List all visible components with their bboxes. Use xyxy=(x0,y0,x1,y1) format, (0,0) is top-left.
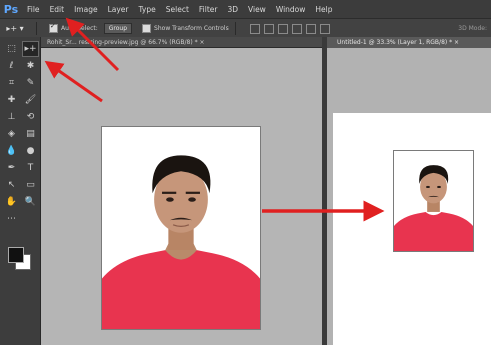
portrait-photo-copy[interactable] xyxy=(393,150,474,252)
tab-document-1[interactable]: Rohit_Sr... resizing-preview.jpg @ 66.7%… xyxy=(41,37,322,48)
auto-select-checkbox[interactable] xyxy=(49,22,58,33)
auto-select-dropdown[interactable]: Group xyxy=(103,23,133,34)
brush-icon[interactable]: 🖌 xyxy=(22,92,39,108)
portrait-image xyxy=(102,127,260,329)
menu-filter[interactable]: Filter xyxy=(194,5,223,14)
portrait-image-copy xyxy=(394,151,473,251)
3d-mode-label: 3D Mode: xyxy=(458,25,487,32)
dodge-icon[interactable]: ● xyxy=(22,143,39,159)
healing-brush-icon[interactable]: ✚ xyxy=(3,92,20,108)
menu-view[interactable]: View xyxy=(243,5,271,14)
align-right-icon[interactable] xyxy=(319,23,330,34)
auto-select-label: Auto-Select: xyxy=(61,25,98,32)
menu-help[interactable]: Help xyxy=(310,5,337,14)
align-left-icon[interactable] xyxy=(291,23,302,34)
pen-icon[interactable]: ✒ xyxy=(3,160,20,176)
menu-type[interactable]: Type xyxy=(134,5,161,14)
divider xyxy=(234,22,236,35)
menu-bar: Ps File Edit Image Layer Type Select Fil… xyxy=(0,0,491,18)
show-transform-label: Show Transform Controls xyxy=(154,25,229,32)
crop-icon[interactable]: ⌗ xyxy=(3,75,20,91)
type-icon[interactable]: T xyxy=(22,160,39,176)
blur-icon[interactable]: 💧 xyxy=(3,143,20,159)
menu-layer[interactable]: Layer xyxy=(103,5,134,14)
align-center-icon[interactable] xyxy=(305,23,316,34)
eraser-icon[interactable]: ◈ xyxy=(3,126,20,142)
path-select-icon[interactable]: ↖ xyxy=(3,177,20,193)
menu-window[interactable]: Window xyxy=(271,5,311,14)
menu-edit[interactable]: Edit xyxy=(45,5,70,14)
gradient-icon[interactable]: ▤ xyxy=(22,126,39,142)
photoshop-logo-icon: Ps xyxy=(3,2,19,16)
show-transform-checkbox[interactable] xyxy=(142,24,152,33)
rectangle-icon[interactable]: ▭ xyxy=(22,177,39,193)
lasso-icon[interactable]: ℓ xyxy=(3,58,20,74)
more-tools-icon[interactable]: ⋯ xyxy=(3,211,20,227)
divider xyxy=(36,22,37,35)
align-middle-icon[interactable] xyxy=(263,23,274,34)
menu-select[interactable]: Select xyxy=(161,5,194,14)
options-bar: ▸+ ▾ Auto-Select: Group Show Transform C… xyxy=(0,18,491,38)
history-brush-icon[interactable]: ⟲ xyxy=(22,109,39,125)
align-bottom-icon[interactable] xyxy=(277,23,288,34)
tab-document-2[interactable]: Untitled-1 @ 33.3% (Layer 1, RGB/8) * × xyxy=(327,37,491,48)
blank-icon[interactable] xyxy=(22,211,39,227)
align-top-icon[interactable] xyxy=(249,23,260,34)
tool-grid: ⬚ ▸+ ℓ ✱ ⌗ ✎ ✚ 🖌 ⊥ ⟲ ◈ ▤ 💧 ● ✒ T ↖ ▭ ✋ 🔍 ⋯ xyxy=(0,37,40,231)
tools-panel: ⬚ ▸+ ℓ ✱ ⌗ ✎ ✚ 🖌 ⊥ ⟲ ◈ ▤ 💧 ● ✒ T ↖ ▭ ✋ 🔍 ⋯ xyxy=(0,37,41,345)
eyedropper-icon[interactable]: ✎ xyxy=(22,75,39,91)
move-icon[interactable]: ▸+ xyxy=(22,41,39,57)
tool-preset-picker[interactable]: ▸+ ▾ xyxy=(0,21,30,36)
menu-3d[interactable]: 3D xyxy=(222,5,243,14)
align-buttons xyxy=(249,23,330,34)
foreground-color-swatch[interactable] xyxy=(8,247,24,263)
quick-select-icon[interactable]: ✱ xyxy=(22,58,39,74)
clone-stamp-icon[interactable]: ⊥ xyxy=(3,109,20,125)
zoom-icon[interactable]: 🔍 xyxy=(22,194,39,210)
marquee-icon[interactable]: ⬚ xyxy=(3,41,20,57)
portrait-photo[interactable] xyxy=(101,126,261,330)
menu-image[interactable]: Image xyxy=(69,5,103,14)
hand-icon[interactable]: ✋ xyxy=(3,194,20,210)
menu-file[interactable]: File xyxy=(22,5,45,14)
